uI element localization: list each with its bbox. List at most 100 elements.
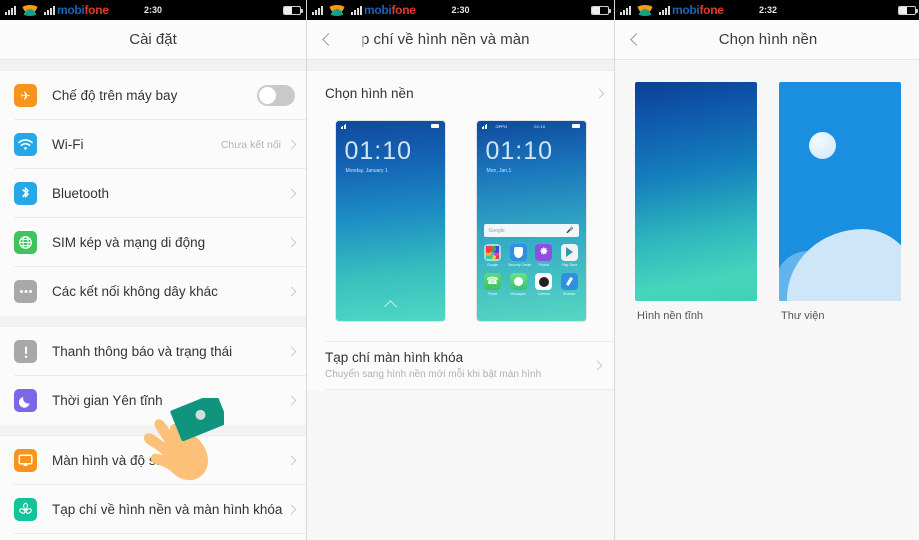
- preview-status-bar: 01:10: [336, 121, 445, 131]
- more-dots-icon: [14, 280, 37, 303]
- carrier-name-part1: mobi: [672, 3, 700, 17]
- wallpaper-option-label: Hình nền tĩnh: [637, 310, 704, 322]
- moon-icon: [809, 132, 836, 159]
- status-bar: mobifone 2:32: [615, 0, 919, 20]
- choose-wallpaper-row[interactable]: Chọn hình nền: [307, 71, 614, 115]
- magazine-title: Tạp chí màn hình khóa: [325, 350, 464, 365]
- three-screen-comparison: mobifone 2:30 Cài đặt ✈ Chế độ trên máy …: [0, 0, 919, 540]
- chevron-right-icon: [594, 88, 605, 98]
- wallpaper-previews: 01:10 01:10 Monday, January 1 OPPO 01:10…: [307, 115, 614, 341]
- preview-search-bar[interactable]: Google 🎤: [483, 224, 579, 237]
- carrier-name: mobifone: [672, 3, 724, 17]
- phone-icon: [484, 273, 501, 290]
- preview-home-clock: 01:10: [485, 137, 554, 165]
- page-title: Cài đặt: [129, 31, 177, 48]
- gallery-wallpaper-thumbnail[interactable]: [779, 82, 901, 301]
- sidebar-item-sound-vibration[interactable]: Âm thanh và rung: [0, 534, 306, 540]
- magazine-subtitle: Chuyển sang hình nền mới mỗi khi bật màn…: [325, 369, 542, 380]
- sidebar-item-wifi[interactable]: Wi-Fi Chưa kết nối: [0, 120, 306, 169]
- preview-lock-clock: 01:10: [344, 137, 413, 165]
- settings-group-1: ✈ Chế độ trên máy bay Wi-Fi Chưa kết nối: [0, 71, 306, 316]
- bluetooth-icon: [14, 182, 37, 205]
- status-bar: mobifone 2:30: [0, 0, 306, 20]
- preview-battery-icon: [572, 124, 581, 128]
- row-control: [286, 395, 297, 406]
- status-bar-left: mobifone: [620, 3, 724, 17]
- preview-app-row: Google Security Center Photos Play Store: [483, 244, 580, 267]
- nav-bar: Chọn hình nền: [615, 20, 919, 60]
- homescreen-preview-thumbnail[interactable]: OPPO 01:10 01:10 Mon, Jan.1 Google 🎤 Goo…: [476, 121, 586, 321]
- preview-lock-date: Monday, January 1: [345, 168, 388, 174]
- google-folder-icon: [484, 244, 501, 261]
- airplane-mode-toggle[interactable]: [257, 85, 295, 106]
- magazine-lockscreen-row[interactable]: Tạp chí màn hình khóa Chuyển sang hình n…: [307, 341, 614, 390]
- app-label: Photos: [538, 263, 550, 267]
- notification-icon: [14, 340, 37, 363]
- status-bar-right: [591, 5, 611, 15]
- carrier-logo-icon: [635, 4, 655, 16]
- preview-clock: 01:10: [534, 123, 546, 129]
- unlock-arrow-icon: [336, 300, 445, 313]
- status-bar-left: mobifone: [312, 3, 416, 17]
- chevron-right-icon: [286, 286, 297, 297]
- page-title: Chọn hình nền: [718, 31, 818, 48]
- camera-icon: [535, 273, 553, 290]
- carrier-name-part1: mobi: [57, 3, 85, 17]
- carrier-name: mobifone: [364, 3, 416, 17]
- static-wallpaper-thumbnail[interactable]: [635, 82, 757, 301]
- row-control: [286, 504, 297, 515]
- carrier-name-part2: fone: [699, 3, 724, 17]
- chevron-left-icon: [322, 33, 335, 46]
- preview-app-security-center[interactable]: Security Center: [508, 244, 532, 267]
- sidebar-item-other-wireless[interactable]: Các kết nối không dây khác: [0, 267, 306, 316]
- back-button[interactable]: [615, 20, 655, 60]
- page-title: p chí về hình nền và màn: [361, 31, 530, 48]
- back-button[interactable]: [307, 20, 347, 60]
- preview-app-camera[interactable]: Camera: [534, 273, 554, 296]
- play-store-icon: [560, 244, 578, 261]
- display-icon: [14, 449, 37, 472]
- chevron-left-icon: [630, 33, 643, 46]
- row-control: [286, 237, 297, 248]
- carrier-logo-icon: [327, 4, 347, 16]
- row-label: Wi-Fi: [52, 137, 84, 152]
- app-label: Messages: [510, 292, 526, 296]
- sidebar-item-airplane-mode[interactable]: ✈ Chế độ trên máy bay: [0, 71, 306, 120]
- row-control: [286, 346, 297, 357]
- sidebar-item-bluetooth[interactable]: Bluetooth: [0, 169, 306, 218]
- settings-group-2: Thanh thông báo và trạng thái Thời gian …: [0, 327, 306, 425]
- globe-icon: [14, 231, 37, 254]
- row-label: Các kết nối không dây khác: [52, 284, 218, 299]
- carrier-name-part1: mobi: [364, 3, 392, 17]
- wallpaper-option-gallery[interactable]: Thư viện: [779, 82, 901, 322]
- screen-wallpaper-magazine: mobifone 2:30 p chí về hình nền và màn C…: [307, 0, 614, 540]
- wallpaper-option-label: Thư viện: [781, 310, 825, 322]
- screen-choose-wallpaper: mobifone 2:32 Chọn hình nền Hình nền tĩn…: [615, 0, 919, 540]
- wallpaper-option-static[interactable]: Hình nền tĩnh: [635, 82, 757, 322]
- app-label: Google: [487, 263, 498, 267]
- shield-icon: [509, 244, 527, 261]
- preview-battery-icon: [431, 124, 440, 128]
- sidebar-item-sim-network[interactable]: SIM kép và mạng di động: [0, 218, 306, 267]
- preview-signal-icon: [481, 123, 494, 129]
- preview-app-messages[interactable]: Messages: [508, 273, 528, 296]
- list-group-gap: [0, 316, 306, 327]
- row-control: [286, 455, 297, 466]
- preview-status-bar: OPPO 01:10: [477, 121, 586, 131]
- status-bar-right: [898, 5, 918, 15]
- preview-app-row: Phone Messages Camera Browser: [483, 273, 580, 296]
- sidebar-item-wallpaper-magazine[interactable]: Tạp chí về hình nền và màn hình khóa: [0, 485, 306, 534]
- sidebar-item-notification-bar[interactable]: Thanh thông báo và trạng thái: [0, 327, 306, 376]
- preview-app-browser[interactable]: Browser: [559, 273, 579, 296]
- lockscreen-preview-thumbnail[interactable]: 01:10 01:10 Monday, January 1: [335, 121, 445, 321]
- preview-app-phone[interactable]: Phone: [483, 273, 503, 296]
- preview-app-play-store[interactable]: Play Store: [559, 244, 579, 267]
- sidebar-item-display-brightness[interactable]: Màn hình và độ sáng: [0, 436, 306, 485]
- battery-icon: [898, 5, 918, 15]
- carrier-logo-icon: [20, 4, 40, 16]
- airplane-icon: ✈: [14, 84, 37, 107]
- row-control: [594, 88, 605, 98]
- preview-app-photos[interactable]: Photos: [534, 244, 554, 267]
- preview-app-google[interactable]: Google: [483, 244, 503, 267]
- sidebar-item-quiet-time[interactable]: Thời gian Yên tĩnh: [0, 376, 306, 425]
